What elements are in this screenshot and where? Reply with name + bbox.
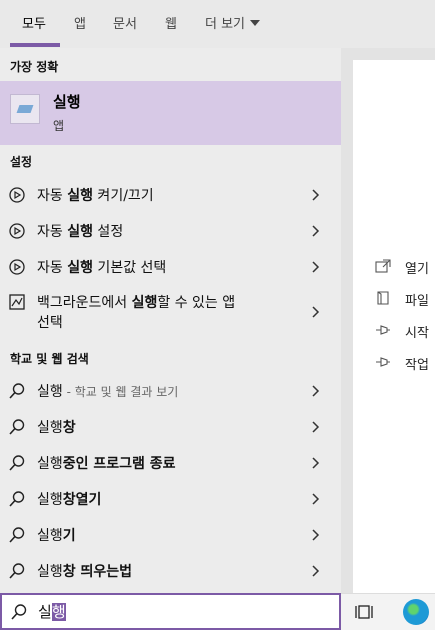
autoplay-icon [9, 259, 25, 275]
chevron-right-icon [312, 189, 320, 201]
chevron-right-icon [312, 421, 320, 433]
setting-label: 백그라운드에서 실행할 수 있는 앱 [37, 295, 236, 311]
web-result-item[interactable]: 실행중인 프로그램 종료 [0, 446, 341, 479]
setting-label: 자동 실행 켜기/끄기 [37, 188, 154, 204]
web-result-label: 실행 - 학교 및 웹 결과 보기 [37, 384, 179, 400]
action-pin-start-label: 시작 [405, 326, 429, 341]
tab-documents[interactable]: 문서 [113, 13, 137, 32]
chevron-right-icon [312, 306, 320, 318]
web-result-item[interactable]: 실행창 [0, 410, 341, 443]
search-selected-text: 행 [51, 603, 66, 621]
action-pin-taskbar-label: 작업 [405, 358, 429, 373]
setting-background-apps[interactable]: 백그라운드에서 실행할 수 있는 앱 선택 [0, 286, 341, 336]
tab-web[interactable]: 웹 [165, 13, 177, 32]
action-pin-start[interactable]: 시작 [375, 322, 435, 341]
web-result-item[interactable]: 실행창 띄우는법 [0, 554, 341, 587]
action-open-label: 열기 [405, 262, 429, 277]
chevron-down-icon [250, 20, 261, 26]
chevron-right-icon [312, 493, 320, 505]
preview-card [353, 60, 435, 630]
settings-header: 설정 [10, 155, 33, 169]
setting-label: 자동 실행 설정 [37, 224, 124, 240]
chevron-right-icon [312, 225, 320, 237]
web-result-item[interactable]: 실행창열기 [0, 482, 341, 515]
search-tabs: 모두 앱 문서 웹 더 보기 [0, 0, 435, 48]
chevron-right-icon [312, 457, 320, 469]
tab-more[interactable]: 더 보기 [205, 13, 261, 32]
setting-autoplay-settings[interactable]: 자동 실행 설정 [0, 214, 341, 247]
web-result-label: 실행창열기 [37, 492, 102, 508]
best-match-item[interactable]: 실행 앱 [0, 81, 341, 145]
background-apps-icon [9, 294, 25, 310]
web-result-label: 실행중인 프로그램 종료 [37, 456, 176, 472]
web-search-header: 학교 및 웹 검색 [10, 352, 89, 366]
search-icon [9, 419, 25, 435]
web-result-item[interactable]: 실행 - 학교 및 웹 결과 보기 [0, 374, 341, 407]
setting-autoplay-defaults[interactable]: 자동 실행 기본값 선택 [0, 250, 341, 283]
action-file-location[interactable]: 파일 [375, 290, 435, 309]
setting-autoplay-toggle[interactable]: 자동 실행 켜기/끄기 [0, 178, 341, 211]
search-icon [9, 563, 25, 579]
chevron-right-icon [312, 261, 320, 273]
search-box[interactable]: 실행 [0, 593, 341, 630]
pin-start-icon [376, 325, 390, 335]
search-icon [9, 455, 25, 471]
action-pin-taskbar[interactable]: 작업 [375, 354, 435, 373]
chevron-right-icon [312, 565, 320, 577]
taskbar [341, 593, 435, 630]
web-result-label: 실행기 [37, 528, 76, 544]
web-result-label: 실행창 띄우는법 [37, 564, 133, 580]
search-icon [9, 527, 25, 543]
web-result-item[interactable]: 실행기 [0, 518, 341, 551]
best-match-title: 실행 [53, 93, 81, 111]
run-app-icon [10, 94, 40, 124]
web-result-label: 실행창 [37, 420, 76, 436]
search-icon [11, 604, 27, 620]
results-panel: 가장 정확 실행 앱 설정 자동 실행 켜기/끄기 자동 실행 설정 자동 실행… [0, 48, 341, 598]
open-icon [375, 259, 391, 273]
search-typed-text: 실 [38, 603, 52, 621]
search-icon [9, 491, 25, 507]
chevron-right-icon [312, 385, 320, 397]
action-open[interactable]: 열기 [375, 258, 435, 277]
setting-label-line2: 선택 [37, 315, 63, 331]
setting-label: 자동 실행 기본값 선택 [37, 260, 167, 276]
file-location-icon [377, 291, 389, 305]
autoplay-icon [9, 223, 25, 239]
search-input[interactable]: 실행 [38, 601, 66, 622]
chevron-right-icon [312, 529, 320, 541]
tab-more-label: 더 보기 [205, 17, 246, 32]
action-file-location-label: 파일 [405, 294, 429, 309]
active-tab-indicator [10, 43, 60, 47]
autoplay-icon [9, 187, 25, 203]
pin-taskbar-icon [376, 357, 390, 367]
tab-apps[interactable]: 앱 [74, 13, 86, 32]
best-match-subtitle: 앱 [53, 119, 65, 133]
edge-browser-icon[interactable] [403, 599, 429, 625]
best-match-header: 가장 정확 [10, 60, 59, 74]
task-view-icon[interactable] [355, 603, 375, 621]
tab-all[interactable]: 모두 [22, 13, 46, 32]
search-icon [9, 383, 25, 399]
